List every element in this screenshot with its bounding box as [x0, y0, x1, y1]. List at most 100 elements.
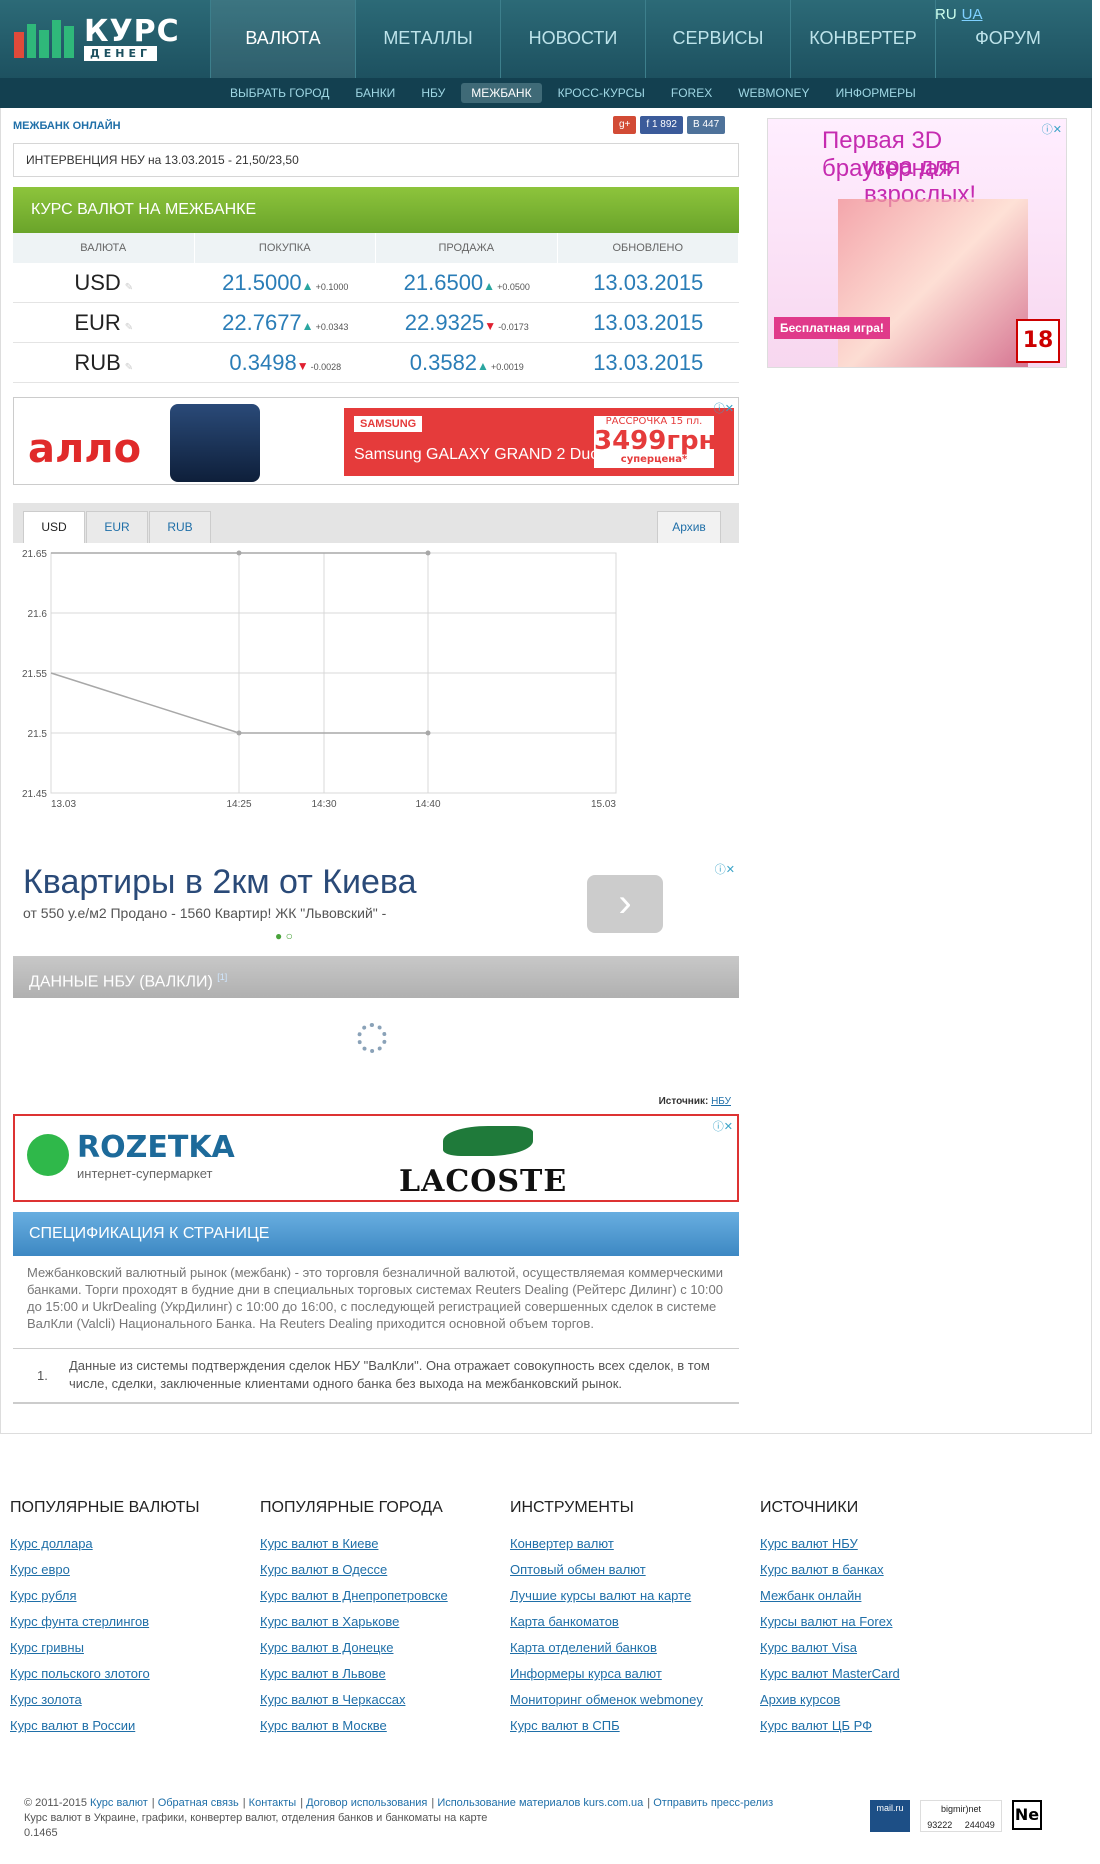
bottom-link[interactable]: Использование материалов kurs.com.ua — [437, 1797, 643, 1809]
facebook-share-button[interactable]: f 1 892 — [640, 116, 683, 134]
subnav-item-4[interactable]: КРОСС-КУРСЫ — [548, 83, 655, 103]
nbu-footnote-ref[interactable]: [1] — [217, 972, 227, 982]
apartment-banner-ad[interactable]: Квартиры в 2км от Киева от 550 у.е/м2 Пр… — [13, 859, 739, 945]
carousel-dots-icon[interactable]: ● ○ — [275, 929, 293, 943]
footer-link[interactable]: Курс валют ЦБ РФ — [760, 1713, 1010, 1739]
logo-bars-icon — [14, 18, 74, 58]
google-plus-share-button[interactable]: g+ — [613, 116, 637, 134]
subnav-item-6[interactable]: WEBMONEY — [728, 83, 819, 103]
rate-sell: 0.3582▲ +0.0019 — [376, 343, 558, 382]
footer-link[interactable]: Курс валют в России — [10, 1713, 260, 1739]
ad-info-icon[interactable]: ⓘ✕ — [1042, 121, 1062, 137]
subnav-item-2[interactable]: НБУ — [411, 83, 455, 103]
chart-tab-eur[interactable]: EUR — [86, 511, 148, 543]
footer-link[interactable]: Курс валют в Львове — [260, 1661, 510, 1687]
footer-link[interactable]: Курс валют MasterCard — [760, 1661, 1010, 1687]
footer-column: ПОПУЛЯРНЫЕ ГОРОДА Курс валют в Киеве Курс … — [260, 1499, 510, 1739]
footer-link[interactable]: Карта банкоматов — [510, 1609, 760, 1635]
copyright-text: © 2011-2015 — [24, 1797, 87, 1809]
side-banner-ad[interactable]: Первая 3D браузерная игра для взрослых! … — [767, 118, 1067, 368]
page-frame: МЕЖБАНК ОНЛАЙН g+ f 1 892 В 447 ИНТЕРВЕН… — [0, 108, 1092, 1434]
footer-link[interactable]: Курс валют в СПБ — [510, 1713, 760, 1739]
rate-row: USD ✎ 21.5000▲ +0.1000 21.6500▲ +0.0500 13.03.… — [13, 263, 739, 303]
subnav-item-0[interactable]: ВЫБРАТЬ ГОРОД — [220, 83, 339, 103]
rate-currency[interactable]: USD ✎ — [13, 263, 195, 302]
footer-link[interactable]: Курс валют в Харькове — [260, 1609, 510, 1635]
footer-link[interactable]: Межбанк онлайн — [760, 1583, 1010, 1609]
footer-link[interactable]: Курс валют в Донецке — [260, 1635, 510, 1661]
bottom-link[interactable]: Контакты — [249, 1797, 297, 1809]
footer-link[interactable]: Курс евро — [10, 1557, 260, 1583]
footer-link[interactable]: Курс рубля — [10, 1583, 260, 1609]
footer-link[interactable]: Карта отделений банков — [510, 1635, 760, 1661]
rates-col-header: ПРОДАЖА — [376, 233, 558, 263]
subnav-item-3[interactable]: МЕЖБАНК — [461, 83, 542, 103]
footer-link[interactable]: Курс польского злотого — [10, 1661, 260, 1687]
source-label: Источник: — [658, 1096, 709, 1107]
subnav-item-5[interactable]: FOREX — [661, 83, 722, 103]
pin-icon: ✎ — [124, 322, 134, 333]
footer-link[interactable]: Конвертер валют — [510, 1531, 760, 1557]
vk-share-button[interactable]: В 447 — [687, 116, 726, 134]
bottom-link[interactable]: Отправить пресс-релиз — [653, 1797, 773, 1809]
site-logo[interactable]: КУРС ДЕНЕГ — [14, 14, 179, 62]
chart-point — [236, 550, 242, 556]
footer-link[interactable]: Курс гривны — [10, 1635, 260, 1661]
rates-col-header: ПОКУПКА — [195, 233, 376, 263]
rate-buy: 0.3498▼ -0.0028 — [195, 343, 377, 382]
mail-counter[interactable]: mail.ru — [870, 1800, 910, 1832]
lang-ua[interactable]: UA — [962, 6, 983, 23]
ad-next-button[interactable]: › — [587, 875, 663, 933]
footer-link[interactable]: Курс валют в Черкассах — [260, 1687, 510, 1713]
nav-item-2[interactable]: НОВОСТИ — [500, 0, 645, 78]
side-ad-badge: Бесплатная игра! — [774, 317, 890, 339]
footnote-number: 1. — [37, 1368, 48, 1383]
footer-link[interactable]: Курс валют Visa — [760, 1635, 1010, 1661]
ad-info-icon[interactable]: ⓘ✕ — [715, 861, 735, 877]
chart-x-tick-label: 13.03 — [51, 799, 76, 810]
nav-item-3[interactable]: СЕРВИСЫ — [645, 0, 790, 78]
ne-counter[interactable]: Ne — [1012, 1800, 1042, 1830]
footer-link[interactable]: Курс золота — [10, 1687, 260, 1713]
footer-link[interactable]: Лучшие курсы валют на карте — [510, 1583, 760, 1609]
bottom-link[interactable]: Обратная связь — [158, 1797, 239, 1809]
footer-link[interactable]: Курс валют НБУ — [760, 1531, 1010, 1557]
footer-link[interactable]: Курс фунта стерлингов — [10, 1609, 260, 1635]
footer-link[interactable]: Курс валют в Киеве — [260, 1531, 510, 1557]
bottom-link[interactable]: Курс валют — [90, 1797, 148, 1809]
chart-tab-usd[interactable]: USD — [23, 511, 85, 543]
footer-link[interactable]: Курсы валют на Forex — [760, 1609, 1010, 1635]
footer-link[interactable]: Курс валют в банках — [760, 1557, 1010, 1583]
footer-link[interactable]: Курс валют в Одессе — [260, 1557, 510, 1583]
archive-button[interactable]: Архив — [657, 511, 721, 543]
nav-item-4[interactable]: КОНВЕРТЕР — [790, 0, 935, 78]
ad-info-icon[interactable]: ⓘ✕ — [713, 1118, 733, 1134]
bigmir-counter[interactable]: bigmir)net 93222 244049 — [920, 1800, 1002, 1832]
chart-tab-rub[interactable]: RUB — [149, 511, 211, 543]
bottom-link[interactable]: Договор использования — [306, 1797, 427, 1809]
rozetka-smile-icon — [27, 1134, 69, 1176]
nav-item-1[interactable]: МЕТАЛЛЫ — [355, 0, 500, 78]
counters: mail.ru bigmir)net 93222 244049 Ne — [870, 1800, 1042, 1832]
footer-link[interactable]: Оптовый обмен валют — [510, 1557, 760, 1583]
rate-currency[interactable]: EUR ✎ — [13, 303, 195, 342]
share-buttons: g+ f 1 892 В 447 — [613, 116, 726, 134]
subnav-item-1[interactable]: БАНКИ — [345, 83, 405, 103]
ad-info-icon[interactable]: ⓘ✕ — [714, 400, 734, 416]
samsung-promo: SAMSUNG Samsung GALAXY GRAND 2 Duos РАСС… — [344, 408, 734, 476]
rate-currency-code: EUR — [74, 310, 121, 335]
footer-link[interactable]: Мониторинг обменок webmoney — [510, 1687, 760, 1713]
subnav-item-7[interactable]: ИНФОРМЕРЫ — [826, 83, 926, 103]
source-link[interactable]: НБУ — [711, 1096, 731, 1107]
footer-link[interactable]: Курс валют в Днепропетровске — [260, 1583, 510, 1609]
rate-currency[interactable]: RUB ✎ — [13, 343, 195, 382]
nbu-title: ДАННЫЕ НБУ (ВАЛКЛИ) — [29, 973, 213, 991]
footer-link[interactable]: Курс валют в Москве — [260, 1713, 510, 1739]
allo-banner-ad[interactable]: алло SAMSUNG Samsung GALAXY GRAND 2 Duos… — [13, 397, 739, 485]
rozetka-banner-ad[interactable]: ROZETKA интернет-супермаркет LACOSTE ⓘ✕ — [13, 1114, 739, 1202]
lang-ru[interactable]: RU — [935, 6, 957, 23]
footer-link[interactable]: Информеры курса валют — [510, 1661, 760, 1687]
nav-item-0[interactable]: ВАЛЮТА — [210, 0, 355, 78]
footer-link[interactable]: Курс доллара — [10, 1531, 260, 1557]
footer-link[interactable]: Архив курсов — [760, 1687, 1010, 1713]
